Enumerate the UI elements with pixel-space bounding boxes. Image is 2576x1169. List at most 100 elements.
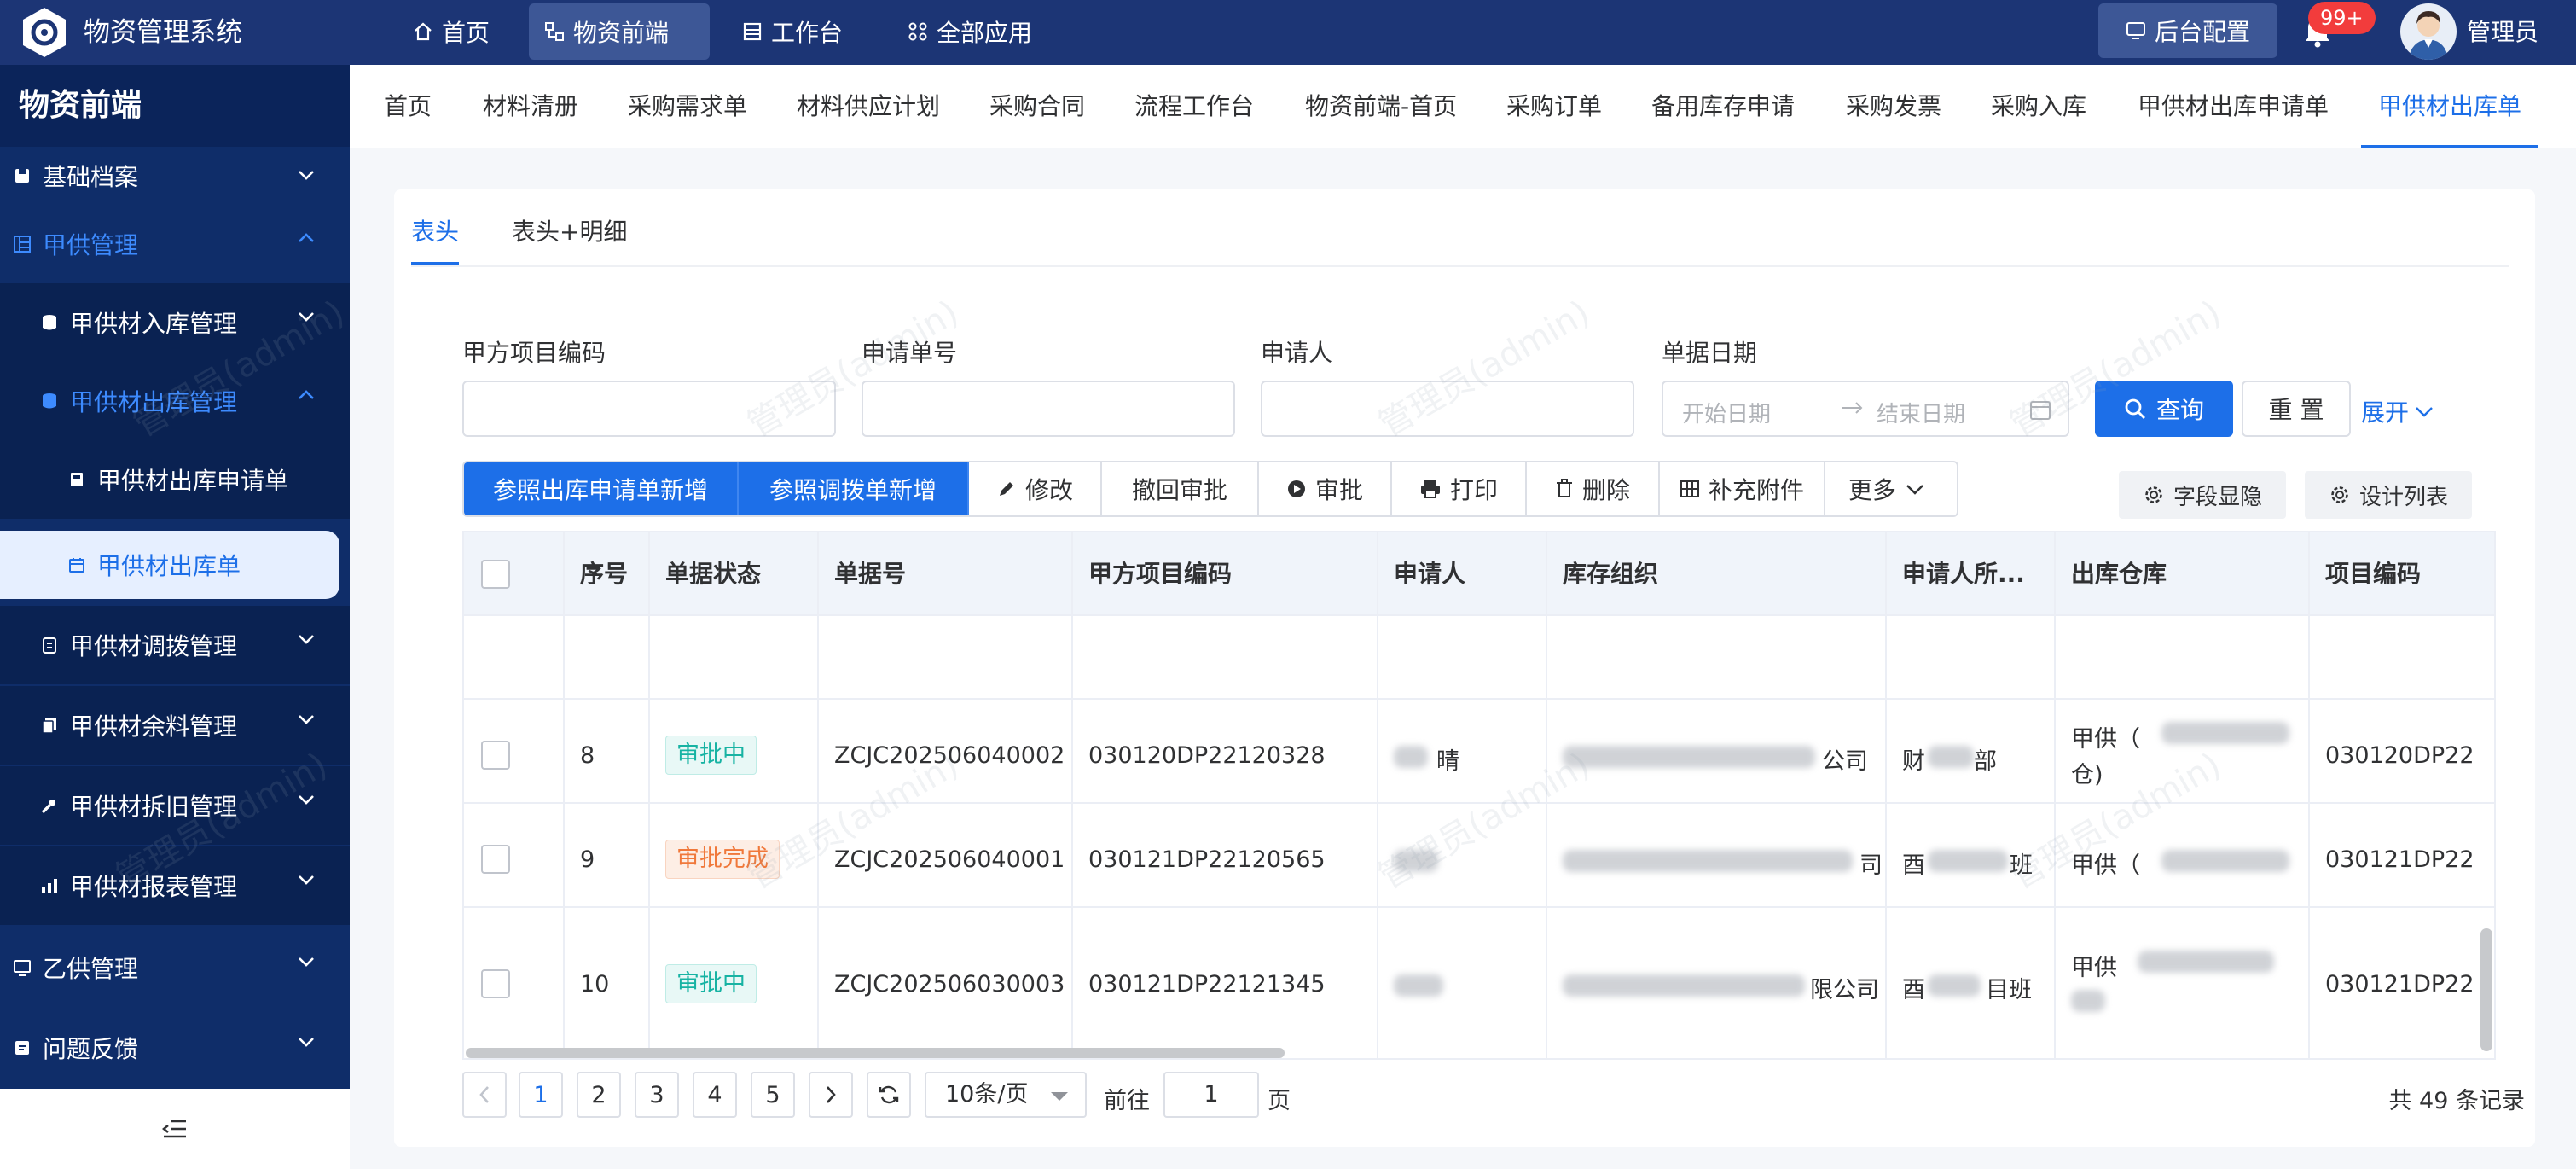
row-checkbox[interactable] [481, 845, 510, 874]
tab-purchase-demand[interactable]: 采购需求单 [628, 65, 747, 148]
sidebar-item-inbound-mgmt[interactable]: 甲供材入库管理 [0, 283, 350, 362]
tab-reserve-stock[interactable]: 备用库存申请 [1651, 65, 1795, 148]
col-header-doc-no[interactable]: 单据号 [834, 532, 906, 616]
select-all-checkbox[interactable] [481, 560, 510, 589]
expand-label: 展开 [2361, 398, 2410, 427]
col-header-status[interactable]: 单据状态 [665, 532, 761, 616]
sidebar-item-feedback[interactable]: 问题反馈 [0, 1009, 350, 1087]
next-page-button[interactable] [809, 1072, 853, 1118]
add-by-request-button[interactable]: 参照出库申请单新增 [464, 462, 739, 515]
username[interactable]: 管理员 [2467, 0, 2538, 65]
apply-no-label: 申请单号 [862, 339, 958, 367]
sidebar-item-label: 问题反馈 [43, 1035, 139, 1063]
applicant-input[interactable] [1261, 381, 1634, 437]
prev-page-button[interactable] [462, 1072, 507, 1118]
query-button[interactable]: 查询 [2095, 381, 2233, 437]
reset-button[interactable]: 重 置 [2242, 381, 2351, 437]
page-button[interactable]: 5 [751, 1072, 795, 1118]
sidebar-item-dismantle-mgmt[interactable]: 甲供材拆旧管理 [0, 766, 350, 845]
tab-frontend-home[interactable]: 物资前端-首页 [1305, 65, 1457, 148]
sidebar-item-surplus-mgmt[interactable]: 甲供材余料管理 [0, 686, 350, 765]
date-range-picker[interactable]: 开始日期 结束日期 [1662, 381, 2069, 437]
row-doc-no[interactable]: ZCJC202506040002 [834, 742, 1065, 769]
tab-home[interactable]: 首页 [384, 65, 432, 148]
sidebar-title: 物资前端 [0, 65, 350, 147]
col-header-applicant[interactable]: 申请人 [1394, 532, 1465, 616]
sidebar-item-basic-archives[interactable]: 基础档案 [0, 152, 350, 200]
row-checkbox[interactable] [481, 741, 510, 770]
col-header-project-code[interactable]: 甲方项目编码 [1088, 532, 1232, 616]
attach-label: 补充附件 [1708, 476, 1804, 504]
page-button[interactable]: 4 [693, 1072, 737, 1118]
sidebar-item-label: 甲供材出库申请单 [97, 467, 289, 495]
sidebar-item-outbound-mgmt[interactable]: 甲供材出库管理 [0, 362, 350, 440]
row-doc-no[interactable]: ZCJC202506030003 [834, 971, 1065, 997]
project-code-input[interactable] [462, 381, 836, 437]
page-button[interactable]: 1 [519, 1072, 563, 1118]
delete-button[interactable]: 删除 [1527, 462, 1660, 515]
collapse-sidebar-button[interactable] [0, 1089, 350, 1169]
archive-icon [12, 166, 32, 186]
vertical-scrollbar[interactable] [2480, 928, 2492, 1051]
sidebar-item-party-b-supply[interactable]: 乙供管理 [0, 928, 350, 1007]
page-size-select[interactable]: 10条/页 [925, 1072, 1087, 1118]
topnav-home[interactable]: 首页 [397, 3, 505, 60]
tab-workflow[interactable]: 流程工作台 [1134, 65, 1254, 148]
expand-button[interactable]: 展开 [2361, 394, 2434, 428]
col-header-stock-org[interactable]: 库存组织 [1563, 532, 1658, 616]
edit-button[interactable]: 修改 [969, 462, 1102, 515]
sidebar-item-outbound-request[interactable]: 甲供材出库申请单 [0, 440, 350, 519]
page-button[interactable]: 3 [635, 1072, 679, 1118]
topnav-workbench[interactable]: 工作台 [727, 3, 858, 60]
withdraw-approval-button[interactable]: 撤回审批 [1102, 462, 1259, 515]
sidebar-item-outbound-order[interactable]: 甲供材出库单 [0, 531, 339, 599]
row-item-code: 030120DP22 [2325, 742, 2474, 769]
goto-page-input[interactable]: 1 [1163, 1072, 1259, 1118]
row-stock-org: 限公司 [1810, 977, 1879, 1003]
col-header-applicant-dept[interactable]: 申请人所... [1902, 532, 2025, 616]
tab-outbound-request[interactable]: 甲供材出库申请单 [2138, 65, 2329, 148]
subtab-header-detail[interactable]: 表头+明细 [512, 213, 627, 247]
page-button[interactable]: 2 [577, 1072, 621, 1118]
subtab-header[interactable]: 表头 [411, 213, 459, 247]
redacted-text [1563, 850, 1853, 872]
tab-material-list[interactable]: 材料清册 [483, 65, 578, 148]
row-applicant: 晴 [1436, 748, 1459, 775]
chevron-up-icon [297, 389, 316, 401]
topnav-all-apps[interactable]: 全部应用 [892, 3, 1047, 60]
tab-supply-plan[interactable]: 材料供应计划 [797, 65, 940, 148]
tab-outbound-order[interactable]: 甲供材出库单 [2361, 65, 2539, 148]
row-doc-no[interactable]: ZCJC202506040001 [834, 846, 1065, 873]
horizontal-scrollbar[interactable] [466, 1048, 1285, 1058]
col-header-item-code[interactable]: 项目编码 [2325, 532, 2421, 616]
refresh-button[interactable] [867, 1072, 911, 1118]
col-header-no[interactable]: 序号 [580, 532, 628, 616]
sidebar-item-report-mgmt[interactable]: 甲供材报表管理 [0, 846, 350, 925]
data-table: 序号 单据状态 单据号 甲方项目编码 申请人 库存组织 申请人所... 出库仓库… [462, 531, 2496, 1060]
sidebar: 物资前端 基础档案 甲供管理 甲供材入库管理 甲供材出库管理 甲供材出库申请单 … [0, 65, 350, 1089]
topnav-all-apps-label: 全部应用 [937, 19, 1033, 47]
add-by-transfer-button[interactable]: 参照调拨单新增 [739, 462, 969, 515]
avatar[interactable] [2400, 3, 2457, 60]
more-button[interactable]: 更多 [1825, 462, 1957, 515]
approve-button[interactable]: 审批 [1259, 462, 1392, 515]
tool-icon [39, 795, 60, 816]
backend-config-button[interactable]: 后台配置 [2098, 3, 2277, 58]
attach-button[interactable]: 补充附件 [1660, 462, 1825, 515]
sidebar-item-transfer-mgmt[interactable]: 甲供材调拨管理 [0, 606, 350, 684]
tab-purchase-order[interactable]: 采购订单 [1506, 65, 1602, 148]
apply-no-input[interactable] [862, 381, 1235, 437]
topnav-material-frontend[interactable]: 物资前端 [529, 3, 710, 60]
row-checkbox[interactable] [481, 969, 510, 998]
print-button[interactable]: 打印 [1392, 462, 1527, 515]
sidebar-item-party-a-supply[interactable]: 甲供管理 [0, 205, 350, 283]
field-display-button[interactable]: 字段显隐 [2119, 471, 2286, 519]
tab-purchase-inbound[interactable]: 采购入库 [1991, 65, 2086, 148]
applicant-label: 申请人 [1261, 339, 1333, 367]
design-list-button[interactable]: 设计列表 [2305, 471, 2472, 519]
tab-purchase-contract[interactable]: 采购合同 [989, 65, 1085, 148]
chevron-up-icon [297, 232, 316, 244]
tab-purchase-invoice[interactable]: 采购发票 [1846, 65, 1941, 148]
col-header-warehouse[interactable]: 出库仓库 [2071, 532, 2167, 616]
home-icon [413, 21, 442, 42]
